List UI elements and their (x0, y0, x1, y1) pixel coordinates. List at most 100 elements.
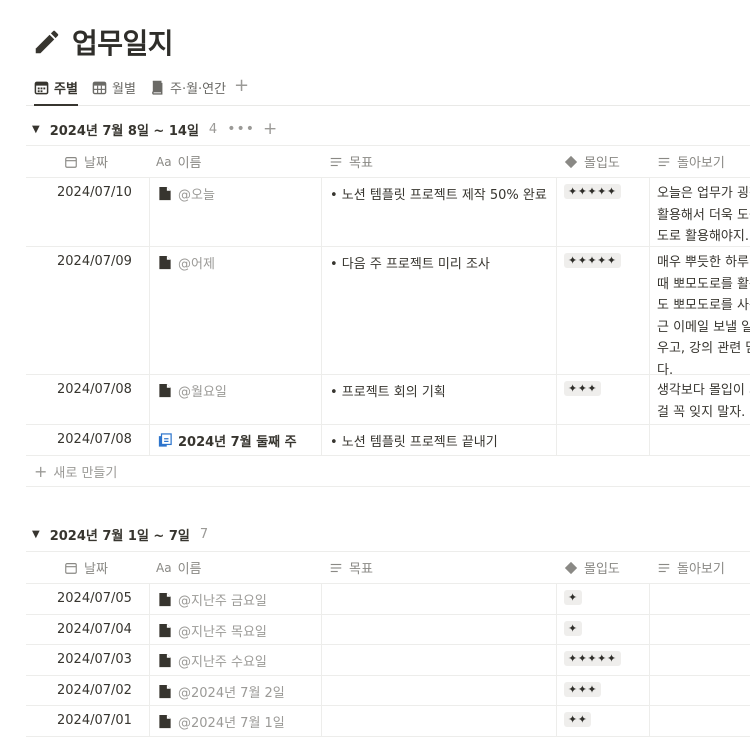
text-lines-icon (330, 563, 342, 572)
page-icon (159, 684, 171, 698)
row-title[interactable]: @2024년 7월 1일 (158, 712, 285, 731)
table-header: 날짜 Aa 이름 목표 몰입도 돌아보기 (26, 551, 750, 584)
row-title[interactable]: @2024년 7월 2일 (158, 682, 285, 701)
row-date: 2024/07/02 (57, 682, 132, 698)
column-focus[interactable]: 몰입도 (564, 552, 620, 583)
table-row[interactable]: 2024/07/04 @지난주 목요일 ✦ (26, 614, 750, 645)
focus-rating: ✦ (564, 590, 582, 605)
table-row[interactable]: 2024/07/03 @지난주 수요일 ✦✦✦✦✦ (26, 645, 750, 676)
table-row[interactable]: 2024/07/01 @2024년 7월 1일 ✦✦ (26, 706, 750, 737)
group-label: 2024년 7월 8일 ~ 14일 (49, 123, 199, 139)
row-title[interactable]: @지난주 금요일 (158, 590, 267, 609)
row-date: 2024/07/01 (57, 713, 132, 728)
page-icon (159, 255, 171, 270)
tab-weekly[interactable]: 주별 (34, 72, 78, 106)
row-goal: • 노션 템플릿 프로젝트 끝내기 (330, 435, 498, 450)
add-view-button[interactable]: + (234, 76, 249, 96)
text-type-icon: Aa (156, 560, 172, 575)
focus-rating: ✦ (564, 620, 582, 636)
tab-label: 주별 (54, 82, 78, 97)
plus-icon: + (34, 461, 48, 481)
column-goal[interactable]: 목표 (329, 552, 373, 583)
caret-down-icon[interactable]: ▼ (32, 529, 40, 540)
focus-rating: ✦✦✦ (564, 381, 602, 396)
tab-monthly[interactable]: 월별 (92, 72, 136, 103)
row-goal: • 프로젝트 회의 기획 (330, 385, 446, 400)
table-row[interactable]: 2024/07/10 @오늘 • 노션 템플릿 프로젝트 제작 50% 완료 ✦… (26, 178, 750, 247)
linked-page-icon (158, 433, 172, 447)
row-title[interactable]: 2024년 7월 둘째 주 (158, 431, 297, 450)
page-icon (159, 714, 171, 729)
pencil-icon (35, 30, 59, 54)
calendar-icon (65, 562, 77, 574)
view-tabs: 주별 월별 주·월·연간 + (26, 72, 750, 106)
column-name[interactable]: Aa 이름 (156, 146, 201, 177)
group-label: 2024년 7월 1일 ~ 7일 (49, 528, 190, 544)
focus-rating: ✦✦✦✦✦ (564, 253, 621, 268)
book-icon (152, 80, 163, 95)
column-date[interactable]: 날짜 (64, 552, 108, 583)
text-lines-icon (658, 563, 670, 572)
text-lines-icon (658, 157, 670, 166)
row-title[interactable]: @오늘 (158, 184, 215, 203)
add-row-icon[interactable]: + (263, 119, 277, 139)
tab-weekly-monthly-yearly[interactable]: 주·월·연간 (150, 72, 226, 103)
row-date: 2024/07/09 (57, 254, 132, 269)
row-title[interactable]: @지난주 목요일 (158, 621, 267, 640)
caret-down-icon[interactable]: ▼ (32, 124, 40, 135)
page-icon (159, 623, 171, 637)
row-date: 2024/07/08 (57, 432, 132, 447)
page-icon (159, 592, 171, 607)
table-row[interactable]: 2024/07/08 2024년 7월 둘째 주 • 노션 템플릿 프로젝트 끝… (26, 425, 750, 456)
row-goal: • 다음 주 프로젝트 미리 조사 (330, 257, 490, 272)
column-goal[interactable]: 목표 (329, 146, 373, 177)
diamond-icon (564, 561, 578, 574)
focus-rating: ✦✦✦✦✦ (564, 651, 621, 666)
focus-rating: ✦✦✦✦✦ (564, 184, 621, 199)
table-row[interactable]: 2024/07/08 @월요일 • 프로젝트 회의 기획 ✦✦✦ 생각보다 몰입… (26, 375, 750, 425)
column-review[interactable]: 돌아보기 (657, 146, 725, 177)
row-review: 오늘은 업무가 굉장 활용해서 더욱 도움 도로 활용해야지. (657, 186, 750, 244)
new-row-button[interactable]: + 새로 만들기 (26, 456, 750, 487)
focus-rating: ✦✦ (564, 712, 592, 727)
column-name[interactable]: Aa 이름 (156, 552, 201, 583)
page-icon (159, 653, 171, 668)
row-date: 2024/07/04 (57, 621, 132, 637)
calendar-icon (34, 81, 49, 95)
column-date[interactable]: 날짜 (64, 146, 108, 177)
text-lines-icon (330, 157, 342, 166)
row-date: 2024/07/10 (57, 185, 132, 200)
group-header-week-2[interactable]: ▼ 2024년 7월 8일 ~ 14일 4 ••• + (32, 116, 277, 142)
tab-label: 월별 (112, 82, 136, 97)
row-title[interactable]: @월요일 (158, 381, 227, 400)
table-week-2: 날짜 Aa 이름 목표 몰입도 돌아보기 2024/07/10 @오늘 • 노션… (26, 145, 750, 487)
more-options-icon[interactable]: ••• (227, 121, 255, 137)
focus-rating: ✦✦✦ (564, 681, 602, 697)
table-row[interactable]: 2024/07/05 @지난주 금요일 ✦ (26, 584, 750, 615)
group-header-week-1[interactable]: ▼ 2024년 7월 1일 ~ 7일 7 (32, 521, 208, 547)
row-title[interactable]: @어제 (158, 253, 215, 272)
calendar-icon (65, 156, 77, 168)
row-date: 2024/07/05 (57, 591, 132, 606)
page-header: 업무일지 (32, 22, 174, 62)
table-row[interactable]: 2024/07/02 @2024년 7월 2일 ✦✦✦ (26, 675, 750, 706)
row-review: 매우 뿌듯한 하루다 때 뽀모도로를 활용 도 뽀모도로를 사용 근 이메일 보… (657, 255, 750, 378)
table-icon (92, 81, 107, 95)
group-count: 4 (208, 121, 218, 137)
group-count: 7 (199, 526, 209, 542)
row-goal: • 노션 템플릿 프로젝트 제작 50% 완료 (330, 188, 547, 203)
table-row[interactable]: 2024/07/09 @어제 • 다음 주 프로젝트 미리 조사 ✦✦✦✦✦ 매… (26, 247, 750, 378)
text-type-icon: Aa (156, 154, 172, 169)
row-title[interactable]: @지난주 수요일 (158, 651, 267, 670)
table-week-1: 날짜 Aa 이름 목표 몰입도 돌아보기 2024/07/05 @지난주 금요일… (26, 551, 750, 737)
row-review: 생각보다 몰입이 되 걸 꼭 잊지 말자. (657, 383, 750, 420)
table-header: 날짜 Aa 이름 목표 몰입도 돌아보기 (26, 145, 750, 178)
page-icon (159, 186, 171, 201)
page-title: 업무일지 (72, 27, 174, 60)
column-review[interactable]: 돌아보기 (657, 552, 725, 583)
column-focus[interactable]: 몰입도 (564, 146, 620, 177)
page-icon (159, 383, 171, 398)
tab-label: 주·월·연간 (170, 82, 227, 97)
diamond-icon (564, 155, 578, 168)
row-date: 2024/07/08 (57, 382, 132, 397)
